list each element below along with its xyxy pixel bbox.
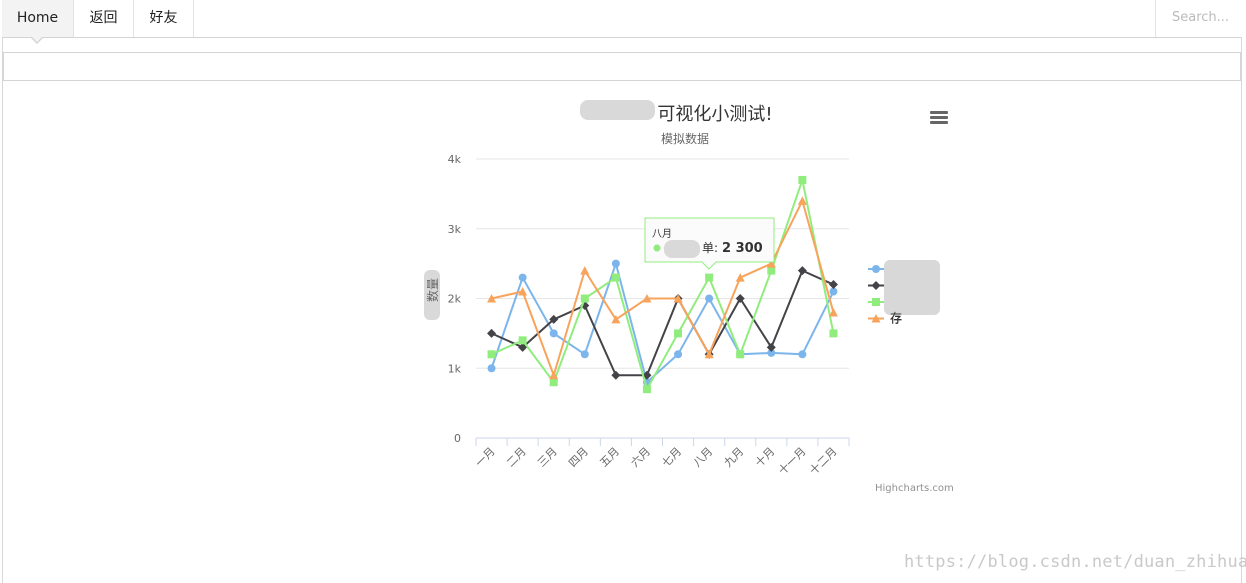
data-point xyxy=(767,266,776,275)
x-tick-label: 十二月 xyxy=(806,444,839,477)
data-point xyxy=(705,273,714,282)
chart-canvas: 01k2k3k4k一月 二月 三月 四月 五月 六月 七月 八月 九月 十月十一月十二月 可视化小… xyxy=(424,100,954,494)
x-tick-label: 十月 xyxy=(752,444,777,469)
series-2 xyxy=(487,175,838,394)
data-point xyxy=(580,350,589,359)
tooltip-series-marker xyxy=(653,244,661,252)
data-point xyxy=(580,266,590,275)
redaction-blur xyxy=(580,100,655,120)
data-point xyxy=(872,265,880,273)
chart-series xyxy=(487,175,838,394)
data-point xyxy=(611,273,620,282)
tooltip-label: 单: xyxy=(702,241,718,255)
data-point xyxy=(487,364,496,373)
data-point xyxy=(549,378,558,387)
tooltip-category: 八月 xyxy=(652,228,672,240)
data-point xyxy=(487,328,497,338)
menu-icon[interactable] xyxy=(925,106,953,130)
series-0 xyxy=(487,259,838,387)
y-tick-label: 4k xyxy=(448,153,462,166)
data-point xyxy=(872,298,880,306)
x-tick-label: 八月 xyxy=(690,445,715,470)
chart-title: 可视化小测试! xyxy=(657,104,772,125)
data-point xyxy=(871,281,881,290)
data-point xyxy=(487,350,496,359)
x-tick-label: 七月 xyxy=(659,445,684,470)
chart-credits[interactable]: Highcharts.com xyxy=(875,483,954,494)
data-point xyxy=(642,385,651,394)
redaction-blur xyxy=(664,240,700,258)
y-tick-label: 3k xyxy=(448,223,462,236)
data-point xyxy=(828,307,838,317)
chart-axes: 01k2k3k4k一月 二月 三月 四月 五月 六月 七月 八月 九月 十月十一月十二月 xyxy=(448,153,850,477)
watermark-text: https://blog.csdn.net/duan_zhihua xyxy=(904,552,1246,572)
y-axis-title: 数量 xyxy=(425,278,440,302)
x-tick-label: 二月 xyxy=(504,445,529,470)
data-point xyxy=(518,336,527,345)
data-point xyxy=(829,329,838,338)
data-point xyxy=(705,294,714,303)
data-point xyxy=(611,370,621,380)
legend-item-label: 存 xyxy=(890,311,902,325)
data-point xyxy=(518,273,527,282)
x-tick-label: 九月 xyxy=(722,445,747,470)
data-point xyxy=(798,175,807,184)
chart-tooltip: 八月 单: 2 300 xyxy=(644,217,775,270)
y-tick-label: 0 xyxy=(454,432,461,445)
data-point xyxy=(674,350,683,359)
data-point xyxy=(828,280,838,290)
data-point xyxy=(798,350,807,359)
x-tick-label: 五月 xyxy=(597,445,622,470)
y-tick-label: 2k xyxy=(448,293,462,306)
y-tick-label: 1k xyxy=(448,362,462,375)
redaction-blur xyxy=(884,260,940,315)
series-line xyxy=(491,178,835,391)
x-tick-label: 六月 xyxy=(628,445,653,470)
x-tick-label: 三月 xyxy=(535,445,560,470)
chart-legend: 存存 xyxy=(868,260,940,326)
chart-subtitle: 模拟数据 xyxy=(661,131,709,146)
data-point xyxy=(580,294,589,303)
data-point xyxy=(611,259,620,268)
data-point xyxy=(736,350,745,359)
x-tick-label: 十一月 xyxy=(775,444,808,477)
x-tick-label: 四月 xyxy=(566,445,591,470)
tooltip-value: 2 300 xyxy=(722,241,763,256)
data-point xyxy=(674,329,683,338)
data-point xyxy=(735,273,745,282)
data-point xyxy=(549,329,558,338)
data-point xyxy=(797,266,807,276)
x-tick-label: 一月 xyxy=(473,445,498,470)
